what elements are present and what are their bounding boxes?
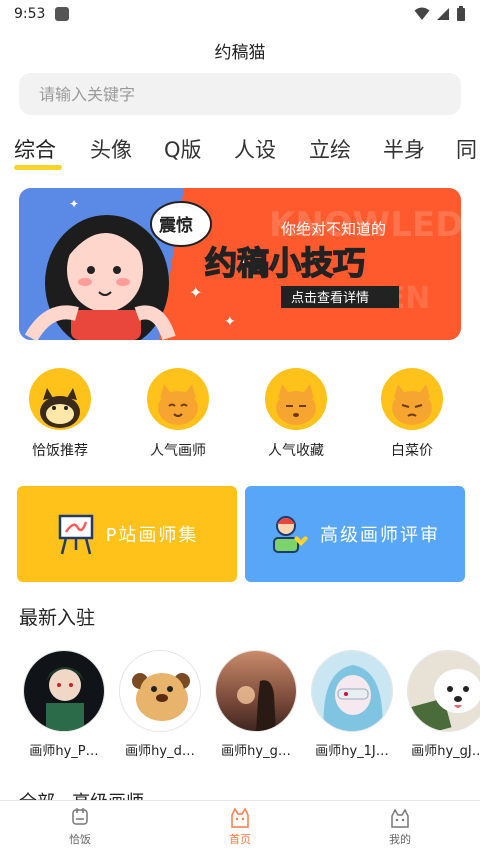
artist-item[interactable]: 画师hy_1J… <box>304 650 400 759</box>
avatar <box>23 650 105 732</box>
quick-link-recommend[interactable]: 恰饭推荐 <box>12 368 108 460</box>
tab-standing[interactable]: 立绘 <box>309 134 351 164</box>
nav-item-meal[interactable]: 恰饭 <box>0 801 160 853</box>
tab-half-body[interactable]: 半身 <box>383 134 425 164</box>
latest-artists: 画师hy_P… 画师hy_d… 画师hy_g… 画师hy_1J… 画师hy_gJ… <box>0 650 480 760</box>
avatar <box>311 650 393 732</box>
svg-text:✦: ✦ <box>224 314 236 330</box>
promo-banner[interactable]: KNOWLEDGE NIANIEN 震惊 你绝对不知道的 约稿小技巧 点击查看详… <box>19 188 461 340</box>
tab-chibi[interactable]: Q版 <box>164 134 202 164</box>
pixiv-artists-card[interactable]: P站画师集 <box>17 486 237 582</box>
active-tab-indicator <box>14 165 62 170</box>
profile-cat-icon <box>391 808 409 828</box>
svg-text:✦: ✦ <box>69 197 79 211</box>
avatar <box>407 650 480 732</box>
battery-icon <box>457 6 465 21</box>
artist-name: 画师hy_P… <box>29 744 99 759</box>
avatar <box>215 650 297 732</box>
wifi-icon <box>414 7 430 20</box>
quick-link-label: 人气收藏 <box>268 443 324 459</box>
artist-item[interactable]: 画师hy_d… <box>112 650 208 759</box>
search-bar[interactable] <box>19 73 461 115</box>
card-label: P站画师集 <box>105 525 199 546</box>
easel-icon <box>58 514 93 555</box>
status-time: 9:53 <box>14 6 46 22</box>
quick-link-popular-artists[interactable]: 人气画师 <box>130 368 226 460</box>
search-input[interactable] <box>39 84 461 104</box>
quick-link-label: 人气画师 <box>150 443 206 459</box>
artist-name: 画师hy_g… <box>221 744 291 759</box>
quick-link-label: 恰饭推荐 <box>32 443 88 459</box>
app-title: 约稿猫 <box>214 43 266 63</box>
tab-general[interactable]: 综合 <box>14 134 56 164</box>
banner-illustration: KNOWLEDGE NIANIEN 震惊 你绝对不知道的 约稿小技巧 点击查看详… <box>19 188 461 340</box>
artist-item[interactable]: 画师hy_g… <box>208 650 304 759</box>
senior-review-card[interactable]: 高级画师评审 <box>245 486 465 582</box>
artist-item[interactable]: 画师hy_gJ… <box>400 650 480 759</box>
svg-text:✦: ✦ <box>189 283 202 302</box>
avatar <box>119 650 201 732</box>
tab-avatar[interactable]: 头像 <box>90 134 132 164</box>
quick-links: 恰饭推荐 人气画师 人气收藏 白菜价 <box>0 368 480 468</box>
banner-tag: 震惊 <box>158 215 193 236</box>
quick-link-popular-favorites[interactable]: 人气收藏 <box>248 368 344 460</box>
quick-link-bargain[interactable]: 白菜价 <box>364 368 460 460</box>
home-cat-icon <box>231 807 249 828</box>
reviewer-icon <box>273 516 308 553</box>
notification-icon <box>55 7 70 21</box>
nav-label: 我的 <box>389 833 411 846</box>
artist-item[interactable]: 画师hy_P… <box>16 650 112 759</box>
tab-character-design[interactable]: 人设 <box>234 134 276 164</box>
artist-name: 画师hy_1J… <box>315 744 389 759</box>
quick-link-label: 白菜价 <box>391 443 433 459</box>
cat-sleepy-icon <box>265 368 327 430</box>
nav-label: 恰饭 <box>69 833 91 846</box>
status-bar: 9:53 <box>0 0 480 28</box>
banner-cta: 点击查看详情 <box>291 290 369 306</box>
nav-item-home[interactable]: 首页 <box>160 801 320 853</box>
signal-icon <box>437 8 449 20</box>
nav-item-profile[interactable]: 我的 <box>320 801 480 853</box>
latest-section-title: 最新入驻 <box>19 607 96 629</box>
nav-label: 首页 <box>229 833 251 846</box>
category-tabs: 综合 头像 Q版 人设 立绘 半身 同 <box>0 134 480 174</box>
bowl-icon <box>72 808 88 825</box>
cat-grumpy-icon <box>381 368 443 430</box>
card-label: 高级画师评审 <box>320 525 440 546</box>
banner-subtitle: 你绝对不知道的 <box>281 220 386 238</box>
cat-happy-icon <box>147 368 209 430</box>
artist-name: 画师hy_d… <box>125 744 195 759</box>
bottom-nav: 恰饭 首页 我的 <box>0 800 480 853</box>
cat-eating-icon <box>29 368 91 430</box>
tab-more[interactable]: 同 <box>456 134 477 164</box>
artist-name: 画师hy_gJ… <box>411 744 480 759</box>
banner-title: 约稿小技巧 <box>205 244 365 282</box>
